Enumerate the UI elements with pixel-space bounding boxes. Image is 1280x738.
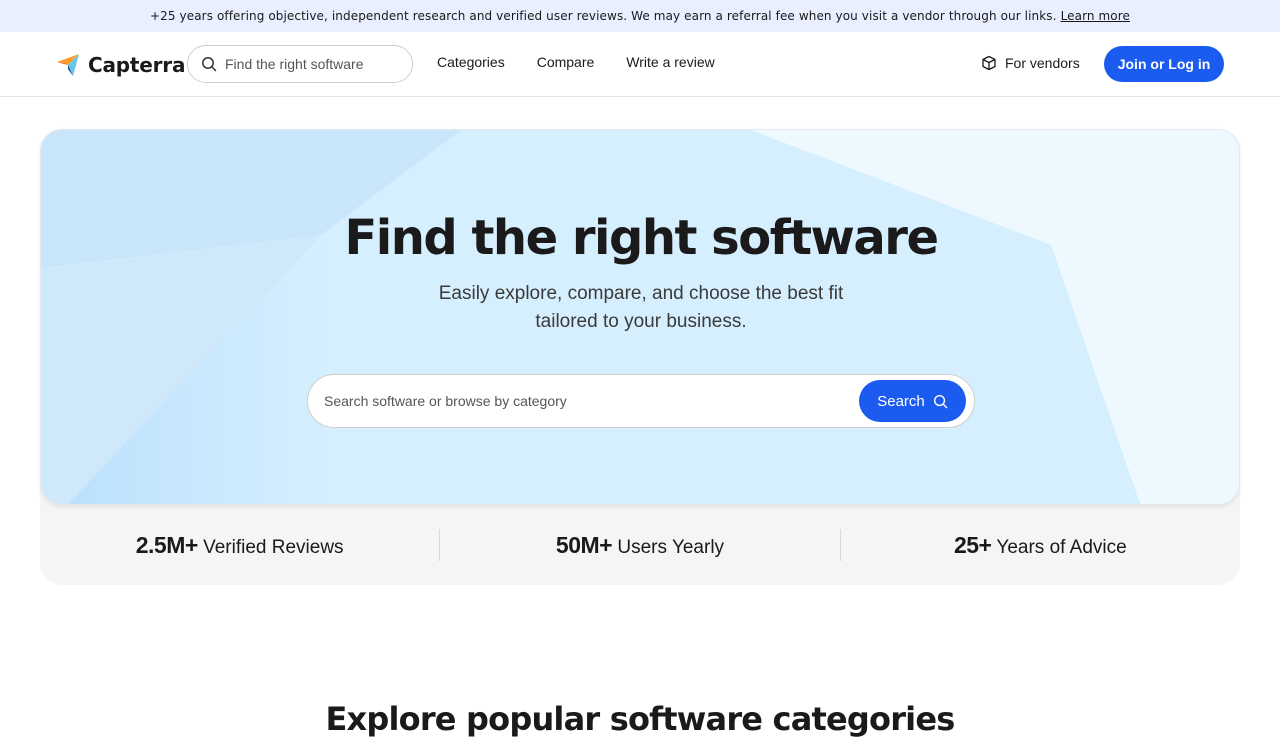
stat-years: 25+ Years of Advice: [841, 532, 1240, 559]
learn-more-link[interactable]: Learn more: [1061, 9, 1130, 23]
capterra-logo[interactable]: Capterra: [56, 51, 185, 79]
hero-search-button-label: Search: [877, 392, 925, 410]
search-icon: [933, 394, 948, 408]
stat-label: Years of Advice: [996, 536, 1127, 558]
nav-link-write-review[interactable]: Write a review: [626, 54, 714, 70]
nav-links: Categories Compare Write a review: [437, 54, 715, 70]
announcement-banner: +25 years offering objective, independen…: [0, 0, 1280, 32]
stat-value: 25+: [953, 531, 992, 558]
nav-search-placeholder: Find the right software: [225, 56, 364, 72]
nav-link-categories[interactable]: Categories: [437, 54, 505, 70]
nav-search-input[interactable]: Find the right software: [187, 45, 413, 83]
stat-value: 2.5M+: [135, 531, 199, 558]
explore-categories-heading: Explore popular software categories: [325, 700, 955, 738]
for-vendors-link[interactable]: For vendors: [981, 55, 1080, 71]
hero-search-input[interactable]: [324, 389, 844, 413]
stat-reviews: 2.5M+ Verified Reviews: [40, 532, 439, 559]
join-login-button[interactable]: Join or Log in: [1104, 46, 1224, 82]
hero-title: Find the right software: [344, 210, 939, 266]
cube-icon: [982, 55, 996, 71]
top-navigation: Capterra Find the right software Categor…: [0, 32, 1280, 97]
hero-search-button[interactable]: Search: [859, 380, 966, 422]
banner-text: +25 years offering objective, independen…: [149, 9, 1057, 23]
search-icon: [202, 57, 217, 72]
stat-users: 50M+ Users Yearly: [440, 532, 839, 559]
hero-banner: Find the right software Easily explore, …: [40, 129, 1240, 505]
stat-label: Verified Reviews: [203, 536, 344, 558]
stat-label: Users Yearly: [617, 536, 725, 558]
capterra-logo-icon: [57, 54, 79, 76]
stat-value: 50M+: [555, 531, 613, 558]
hero-subtitle: Easily explore, compare, and choose the …: [438, 283, 844, 332]
for-vendors-label: For vendors: [1005, 55, 1080, 71]
hero-search-bar: Search: [307, 374, 975, 428]
nav-link-compare[interactable]: Compare: [537, 54, 595, 70]
stats-row: 2.5M+ Verified Reviews 50M+ Users Yearly…: [40, 505, 1240, 585]
logo-text: Capterra: [88, 53, 186, 77]
